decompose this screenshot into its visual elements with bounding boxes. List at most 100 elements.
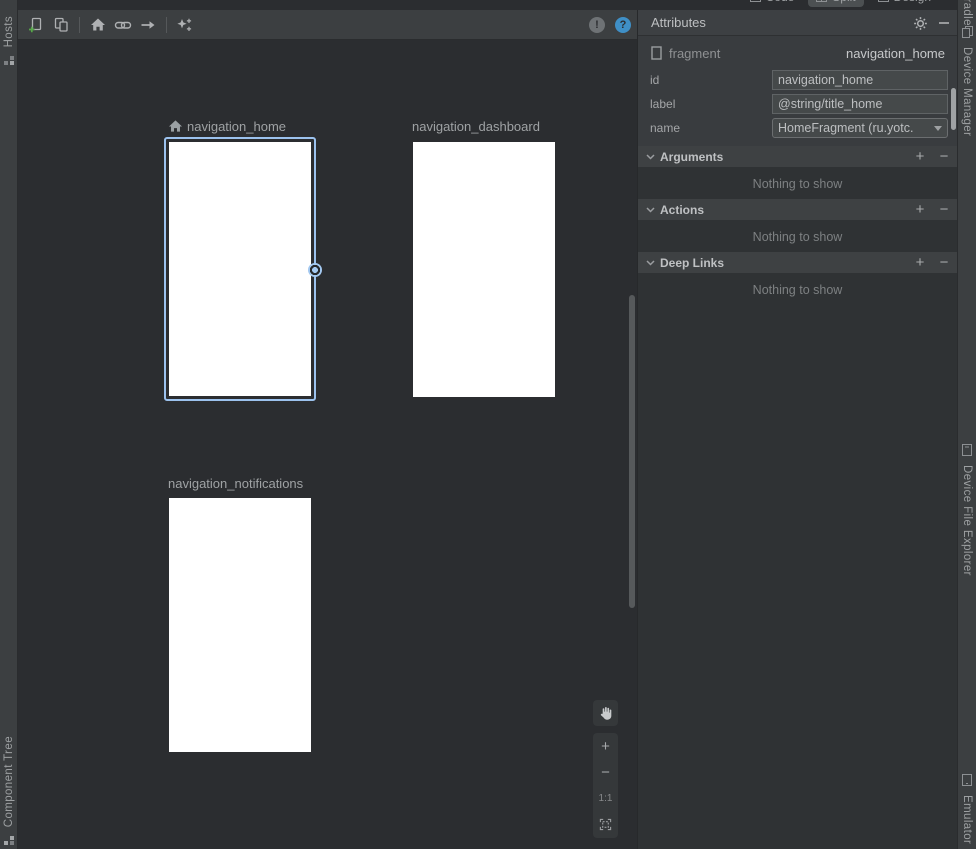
chevron-down-icon: [934, 126, 942, 131]
action-connection-handle[interactable]: [308, 263, 322, 277]
arguments-empty-text: Nothing to show: [638, 177, 957, 191]
field-row-id: id: [650, 70, 947, 90]
field-row-label: label: [650, 94, 947, 114]
component-tree-icon: [4, 836, 14, 846]
label-field-label: label: [650, 97, 675, 111]
panel-vertical-scrollbar[interactable]: [951, 88, 956, 130]
section-title: Arguments: [660, 150, 723, 164]
field-row-name: name HomeFragment (ru.yotc.: [650, 118, 947, 138]
action-arrow-button[interactable]: [137, 14, 159, 36]
remove-argument-button[interactable]: −: [937, 150, 951, 164]
sidebar-item-device-manager[interactable]: Device Manager: [958, 26, 976, 136]
name-field-label: name: [650, 121, 680, 135]
pan-button[interactable]: [593, 700, 618, 726]
toolbar-separator: [79, 17, 80, 33]
sidebar-item-emulator[interactable]: Emulator: [958, 774, 976, 844]
sidebar-item-hosts[interactable]: Hosts: [0, 16, 17, 66]
attributes-panel-header: Attributes: [638, 10, 957, 36]
add-deep-link-button[interactable]: +: [913, 256, 927, 270]
navigation-graph-canvas[interactable]: navigation_home navigation_dashboard nav…: [18, 40, 637, 849]
design-icon: [878, 0, 889, 2]
home-icon: [90, 17, 106, 32]
zoom-to-fit-icon: [599, 818, 612, 831]
right-tool-stripe: Gradle Device Manager Device File Explor…: [957, 0, 976, 849]
fragment-icon: [651, 46, 662, 60]
gear-icon[interactable]: [912, 15, 928, 31]
navigation-toolbar: ! ?: [18, 10, 637, 40]
emulator-label: Emulator: [961, 795, 973, 844]
code-icon: [750, 0, 761, 2]
label-input[interactable]: [772, 94, 948, 114]
tab-split[interactable]: Split: [808, 0, 863, 7]
remove-deep-link-button[interactable]: −: [937, 256, 951, 270]
chevron-down-icon[interactable]: [646, 207, 655, 213]
id-field-label: id: [650, 73, 659, 87]
section-header-deep-links[interactable]: Deep Links + −: [638, 252, 957, 273]
section-header-actions[interactable]: Actions + −: [638, 199, 957, 220]
split-icon: [816, 0, 827, 2]
panel-title: Attributes: [651, 15, 706, 30]
fragment-label-navigation-home[interactable]: navigation_home: [168, 118, 286, 134]
device-file-explorer-label: Device File Explorer: [961, 465, 973, 576]
nested-graph-icon: [53, 17, 69, 33]
editor-tab-strip: Code Split Design: [18, 0, 957, 10]
zoom-controls: + − 1:1: [593, 733, 618, 838]
remove-action-button[interactable]: −: [937, 203, 951, 217]
name-dropdown-value: HomeFragment (ru.yotc.: [778, 121, 930, 135]
deep-link-button[interactable]: [112, 14, 134, 36]
auto-arrange-button[interactable]: [174, 14, 196, 36]
add-action-button[interactable]: +: [913, 203, 927, 217]
hosts-icon: [4, 56, 14, 66]
left-tool-stripe: Hosts Component Tree: [0, 0, 18, 849]
auto-arrange-icon: [176, 17, 194, 33]
deep-link-icon: [114, 17, 132, 33]
fragment-preview-navigation-dashboard[interactable]: [413, 142, 555, 397]
zoom-level-label[interactable]: 1:1: [593, 785, 618, 811]
toolbar-separator: [166, 17, 167, 33]
chevron-down-icon[interactable]: [646, 260, 655, 266]
nested-graph-button[interactable]: [50, 14, 72, 36]
action-arrow-icon: [140, 17, 156, 33]
hide-panel-icon[interactable]: [936, 15, 952, 31]
pan-hand-icon: [598, 706, 613, 721]
emulator-icon: [962, 774, 972, 786]
section-header-arguments[interactable]: Arguments + −: [638, 146, 957, 167]
zoom-in-button[interactable]: +: [593, 733, 618, 759]
section-title: Actions: [660, 203, 704, 217]
toolbar-status-icons: ! ?: [589, 17, 631, 33]
fragment-preview-navigation-notifications[interactable]: [169, 498, 311, 752]
deep-links-empty-text: Nothing to show: [638, 283, 957, 297]
actions-empty-text: Nothing to show: [638, 230, 957, 244]
new-destination-icon: [28, 17, 44, 33]
warning-icon[interactable]: !: [589, 17, 605, 33]
hosts-label: Hosts: [3, 16, 15, 47]
start-destination-home-icon: [168, 119, 183, 133]
sidebar-item-component-tree[interactable]: Component Tree: [0, 736, 17, 846]
sidebar-item-device-file-explorer[interactable]: Device File Explorer: [958, 444, 976, 576]
chevron-down-icon[interactable]: [646, 154, 655, 160]
zoom-out-button[interactable]: −: [593, 759, 618, 785]
fragment-label-navigation-dashboard[interactable]: navigation_dashboard: [412, 118, 540, 134]
name-dropdown[interactable]: HomeFragment (ru.yotc.: [772, 118, 948, 138]
help-icon[interactable]: ?: [615, 17, 631, 33]
add-argument-button[interactable]: +: [913, 150, 927, 164]
zoom-to-fit-button[interactable]: [593, 811, 618, 837]
sidebar-item-gradle[interactable]: Gradle: [958, 0, 976, 26]
device-file-explorer-icon: [962, 444, 972, 456]
assign-start-button[interactable]: [87, 14, 109, 36]
fragment-preview-navigation-home[interactable]: [169, 142, 311, 396]
fragment-label-navigation-notifications[interactable]: navigation_notifications: [168, 475, 303, 491]
canvas-vertical-scrollbar[interactable]: [629, 295, 635, 608]
component-id-value: navigation_home: [846, 46, 945, 61]
id-input[interactable]: [772, 70, 948, 90]
tab-design[interactable]: Design: [870, 0, 939, 7]
gradle-label: Gradle: [961, 0, 973, 26]
section-title: Deep Links: [660, 256, 724, 270]
new-destination-button[interactable]: [25, 14, 47, 36]
editor-mode-tabs: Code Split Design: [742, 0, 939, 9]
device-manager-label: Device Manager: [961, 47, 973, 136]
tab-code[interactable]: Code: [742, 0, 803, 7]
component-type-label: fragment: [669, 46, 720, 61]
component-summary-row: fragment navigation_home: [651, 44, 945, 62]
component-tree-label: Component Tree: [3, 736, 15, 827]
